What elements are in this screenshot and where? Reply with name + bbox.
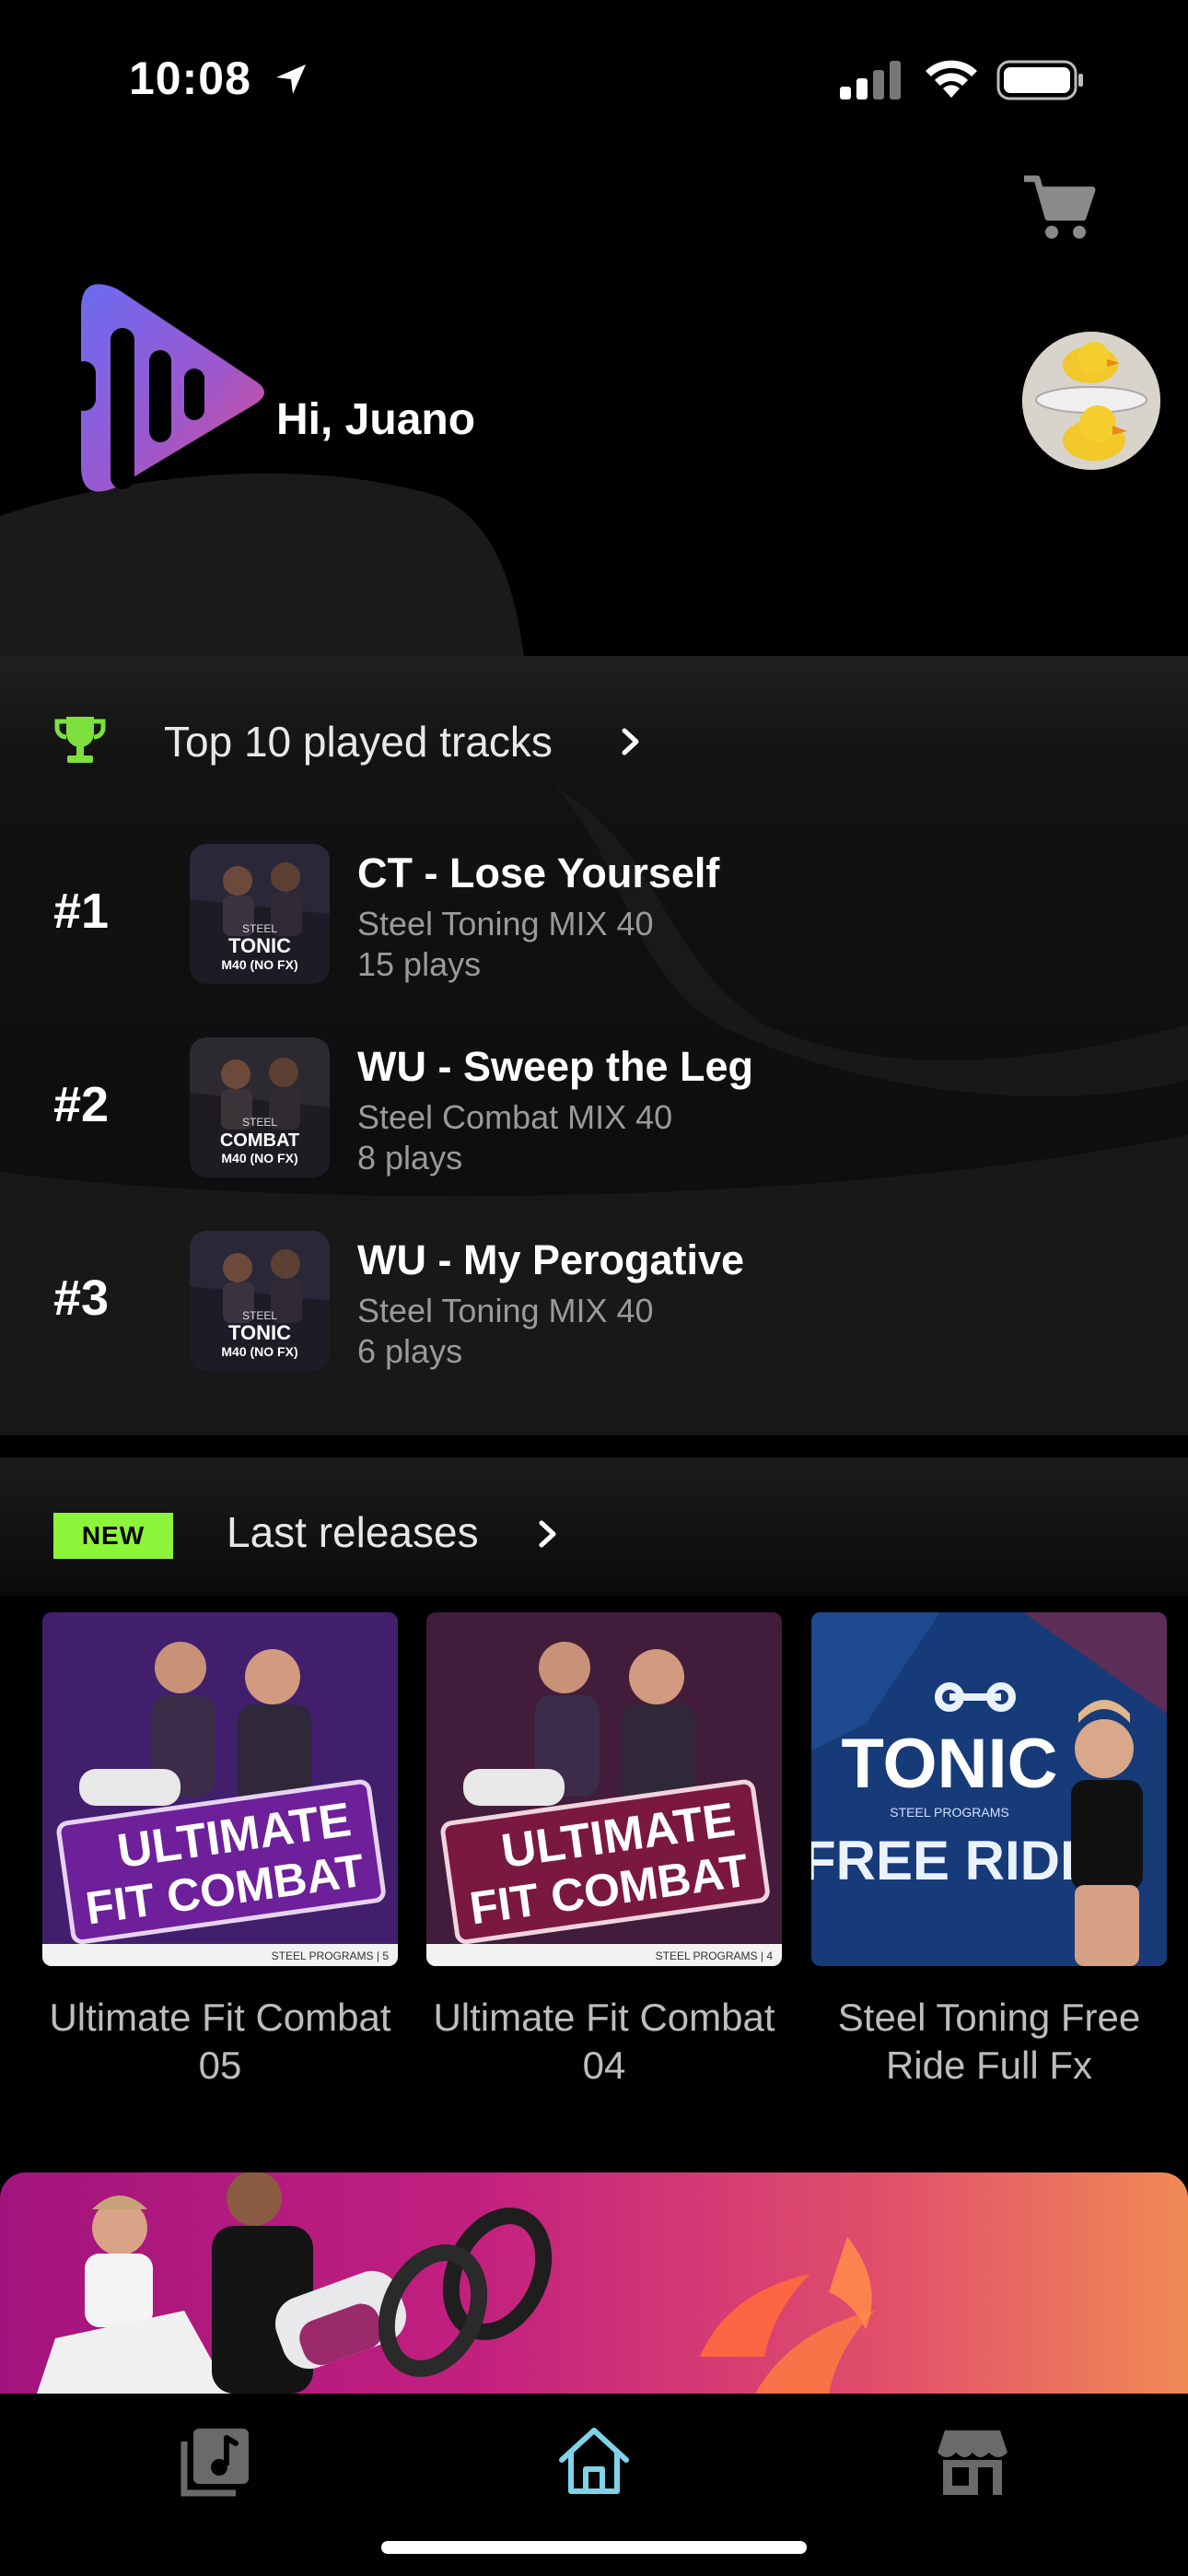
chevron-right-icon[interactable] — [534, 1518, 562, 1550]
top-tracks-section: Top 10 played tracks #1 STEEL TONIC M40 … — [0, 656, 1188, 1435]
track-cover: STEEL COMBAT M40 (NO FX) — [190, 1037, 330, 1177]
status-time: 10:08 — [129, 53, 251, 104]
track-title: CT - Lose Yourself — [357, 849, 720, 896]
cover-line2: FREE RIDE — [811, 1830, 1097, 1891]
track-plays: 15 plays — [357, 945, 482, 983]
home-indicator — [381, 2541, 807, 2554]
cover-line1: TONIC — [841, 1725, 1057, 1803]
cover-brand-text: STEEL — [242, 1309, 277, 1322]
track-rank: #1 — [53, 884, 110, 939]
avatar[interactable] — [1022, 332, 1160, 470]
cover-title-text: TONIC — [228, 1321, 291, 1344]
releases-title[interactable]: Last releases — [227, 1507, 479, 1557]
track-title: WU - Sweep the Leg — [357, 1043, 754, 1090]
promo-banner[interactable] — [0, 2172, 1188, 2394]
release-name: Ultimate Fit Combat 04 — [433, 1996, 775, 2087]
release-name: Steel Toning Free Ride Full Fx — [837, 1996, 1141, 2087]
release-cover: ULTIMATE FIT COMBAT STEEL PROGRAMS | 4 — [426, 1612, 782, 1966]
cover-brand-text: STEEL — [242, 922, 277, 935]
location-arrow-icon — [276, 64, 306, 94]
banner-artwork — [37, 2172, 875, 2394]
track-row[interactable]: #2 STEEL COMBAT M40 (NO FX) WU - Sweep t… — [0, 1037, 1188, 1185]
music-library-icon[interactable] — [179, 2425, 252, 2499]
cellular-signal-icon — [840, 61, 901, 100]
release-cover: TONIC STEEL PROGRAMS FREE RIDE — [811, 1612, 1167, 1966]
greeting-text: Hi, Juano — [276, 395, 476, 444]
track-row[interactable]: #3 STEEL TONIC M40 (NO FX) WU - My Perog… — [0, 1231, 1188, 1378]
release-card[interactable]: ULTIMATE FIT COMBAT STEEL PROGRAMS | 5 U… — [42, 1612, 398, 2090]
wifi-icon — [926, 60, 977, 98]
home-icon[interactable] — [556, 2423, 632, 2499]
cover-sub-text: M40 (NO FX) — [221, 957, 297, 972]
track-plays: 6 plays — [357, 1332, 463, 1370]
track-cover: STEEL TONIC M40 (NO FX) — [190, 844, 330, 984]
track-mix: Steel Combat MIX 40 — [357, 1098, 673, 1136]
cover-footer: STEEL PROGRAMS — [890, 1805, 1008, 1820]
chevron-right-icon[interactable] — [617, 726, 645, 757]
release-card[interactable]: TONIC STEEL PROGRAMS FREE RIDE Steel Ton… — [811, 1612, 1167, 2090]
cover-sub-text: M40 (NO FX) — [221, 1151, 297, 1165]
release-name: Ultimate Fit Combat 05 — [49, 1996, 391, 2087]
track-cover: STEEL TONIC M40 (NO FX) — [190, 1231, 330, 1371]
release-card[interactable]: ULTIMATE FIT COMBAT STEEL PROGRAMS | 4 U… — [426, 1612, 782, 2090]
track-rank: #2 — [53, 1077, 110, 1132]
cover-brand-text: STEEL — [242, 1116, 277, 1129]
cover-sub-text: M40 (NO FX) — [221, 1344, 297, 1359]
avatar-photo — [1022, 332, 1160, 470]
cover-title-text: COMBAT — [220, 1130, 299, 1151]
releases-header-band — [0, 1458, 1188, 1596]
trophy-icon — [54, 717, 106, 763]
track-mix: Steel Toning MIX 40 — [357, 1292, 654, 1329]
battery-icon — [996, 60, 1083, 100]
cover-footer: STEEL PROGRAMS | 4 — [656, 1950, 774, 1962]
store-icon[interactable] — [936, 2425, 1009, 2499]
app-logo-icon — [72, 284, 264, 492]
new-badge: NEW — [53, 1513, 173, 1559]
track-rank: #3 — [53, 1270, 110, 1326]
cover-footer: STEEL PROGRAMS | 5 — [272, 1950, 390, 1962]
track-mix: Steel Toning MIX 40 — [357, 905, 654, 943]
track-plays: 8 plays — [357, 1139, 463, 1177]
top-tracks-title[interactable]: Top 10 played tracks — [164, 717, 553, 767]
track-title: WU - My Perogative — [357, 1236, 745, 1283]
cart-icon[interactable] — [1022, 173, 1096, 243]
track-row[interactable]: #1 STEEL TONIC M40 (NO FX) CT - Lose You… — [0, 844, 1188, 991]
release-cover: ULTIMATE FIT COMBAT STEEL PROGRAMS | 5 — [42, 1612, 398, 1966]
cover-title-text: TONIC — [228, 934, 291, 957]
